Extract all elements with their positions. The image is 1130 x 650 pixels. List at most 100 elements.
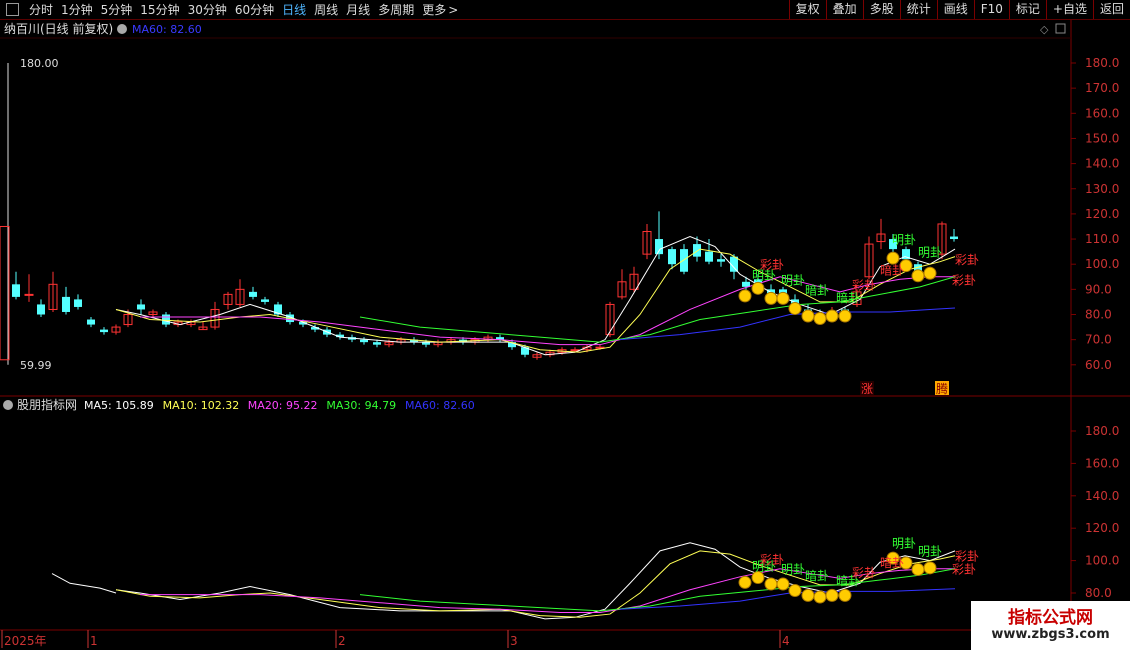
y-tick-label: 80.0 xyxy=(1085,308,1112,322)
y-tick-label: 120.0 xyxy=(1085,207,1119,221)
candle-down xyxy=(37,304,45,315)
tool-button-2[interactable]: 多股 xyxy=(862,0,900,19)
sad-face-icon xyxy=(911,562,925,576)
signal-label: 彩卦 xyxy=(760,258,784,272)
period-tab-4[interactable]: 30分钟 xyxy=(188,1,227,18)
tool-button-7[interactable]: +自选 xyxy=(1045,0,1093,19)
tag-teng: 腾 xyxy=(936,381,948,396)
sad-face-icon xyxy=(825,309,839,323)
y-tick-label: 90.0 xyxy=(1085,282,1112,296)
time-label: 4 xyxy=(782,634,790,648)
sad-face-icon xyxy=(751,281,765,295)
ind-ma60-line xyxy=(619,588,956,610)
candle-down xyxy=(261,299,269,302)
period-tab-6[interactable]: 日线 xyxy=(282,1,306,18)
sad-face-icon xyxy=(911,269,925,283)
main-ma60-line xyxy=(619,307,956,341)
candle-down xyxy=(360,339,368,343)
window-icon[interactable] xyxy=(6,3,19,16)
candle-down xyxy=(950,236,958,240)
period-tab-8[interactable]: 月线 xyxy=(346,1,370,18)
chevron-down-icon xyxy=(117,24,127,34)
tool-button-4[interactable]: 画线 xyxy=(936,0,974,19)
sad-face-icon xyxy=(776,291,790,305)
min-price-label: 59.99 xyxy=(20,359,52,372)
sad-face-icon xyxy=(838,588,852,602)
signal-label: 彩卦 xyxy=(852,278,876,292)
tool-button-8[interactable]: 返回 xyxy=(1092,0,1130,19)
ind-signal-label: 彩卦 xyxy=(760,553,784,567)
candle-down xyxy=(74,299,82,307)
period-tab-9[interactable]: 多周期 xyxy=(378,1,414,18)
period-tab-1[interactable]: 1分钟 xyxy=(61,1,93,18)
candle-down xyxy=(12,284,20,297)
ind-y-tick-label: 120.0 xyxy=(1085,521,1119,535)
y-tick-label: 160.0 xyxy=(1085,106,1119,120)
y-tick-label: 100.0 xyxy=(1085,257,1119,271)
signal-label: 彩卦 xyxy=(955,253,979,267)
candle-down xyxy=(655,239,663,255)
ind-ma5-start-line xyxy=(51,573,117,594)
ind-signal-label: 明卦 xyxy=(918,545,942,559)
candle-down xyxy=(137,304,145,310)
signal-label: 明卦 xyxy=(918,246,942,260)
sad-face-icon xyxy=(788,584,802,598)
signal-label: 明卦 xyxy=(781,273,805,287)
candle-up xyxy=(24,293,34,296)
candle-down xyxy=(249,291,257,297)
ma-legend-0: MA5: 105.89 xyxy=(84,399,154,412)
sad-face-icon xyxy=(838,309,852,323)
period-tab-5[interactable]: 60分钟 xyxy=(235,1,274,18)
stock-chart[interactable]: 180.0170.0160.0150.0140.0130.0120.0110.0… xyxy=(0,20,1130,650)
ma-legend-4: MA60: 82.60 xyxy=(405,399,475,412)
y-tick-label: 140.0 xyxy=(1085,157,1119,171)
stock-title: 纳百川(日线 前复权) xyxy=(4,21,113,36)
signal-label: 暗卦 xyxy=(880,262,904,277)
ind-signal-label: 彩卦 xyxy=(852,566,876,580)
y-tick-label: 110.0 xyxy=(1085,232,1119,246)
period-tab-7[interactable]: 周线 xyxy=(314,1,338,18)
sad-face-icon xyxy=(825,588,839,602)
max-price-label: 180.00 xyxy=(20,57,59,70)
y-tick-label: 150.0 xyxy=(1085,131,1119,145)
diamond-icon: ◇ xyxy=(1040,23,1049,36)
tool-button-5[interactable]: F10 xyxy=(973,0,1009,19)
period-tab-2[interactable]: 5分钟 xyxy=(101,1,133,18)
y-tick-label: 180.0 xyxy=(1085,56,1119,70)
signal-label: 明卦 xyxy=(892,233,916,247)
sad-face-icon xyxy=(923,561,937,575)
sad-face-icon xyxy=(923,266,937,280)
y-tick-label: 130.0 xyxy=(1085,182,1119,196)
candle-down xyxy=(668,249,676,265)
ind-y-tick-label: 140.0 xyxy=(1085,489,1119,503)
sad-face-icon xyxy=(764,577,778,591)
candle-down xyxy=(100,329,108,333)
sad-face-icon xyxy=(813,312,827,325)
tool-button-1[interactable]: 叠加 xyxy=(825,0,863,19)
tool-button-6[interactable]: 标记 xyxy=(1008,0,1046,19)
candle-down xyxy=(162,314,170,325)
period-tabs: 分时 1分钟 5分钟 15分钟 30分钟 60分钟 日线 周线 月线 多周期 更多 > xyxy=(6,0,458,19)
candle-down xyxy=(717,259,725,262)
tool-button-3[interactable]: 统计 xyxy=(899,0,937,19)
time-label: 1 xyxy=(90,634,98,648)
candle-down xyxy=(87,319,95,325)
tool-buttons: 复权 叠加 多股 统计 画线 F10 标记 +自选 返回 xyxy=(788,0,1130,19)
sad-face-icon xyxy=(764,291,778,305)
time-label: 2 xyxy=(338,634,346,648)
period-tab-3[interactable]: 15分钟 xyxy=(140,1,179,18)
candle-down xyxy=(705,251,713,262)
signal-label: 彩卦 xyxy=(952,273,976,287)
chevron-right-icon[interactable]: > xyxy=(448,3,458,17)
ind-signal-label: 暗卦 xyxy=(880,555,904,570)
signal-label: 暗卦 xyxy=(805,282,829,297)
collapse-icon xyxy=(3,400,13,410)
watermark-title: 指标公式网 xyxy=(1008,608,1093,628)
tool-button-0[interactable]: 复权 xyxy=(788,0,826,19)
indicator-name: 股朋指标网 xyxy=(17,397,77,412)
ma-legend-2: MA20: 95.22 xyxy=(248,399,318,412)
period-tab-10[interactable]: 更多 xyxy=(422,1,446,18)
period-tab-0[interactable]: 分时 xyxy=(29,1,53,18)
ma-legend-3: MA30: 94.79 xyxy=(326,399,396,412)
candle-down xyxy=(62,296,70,312)
